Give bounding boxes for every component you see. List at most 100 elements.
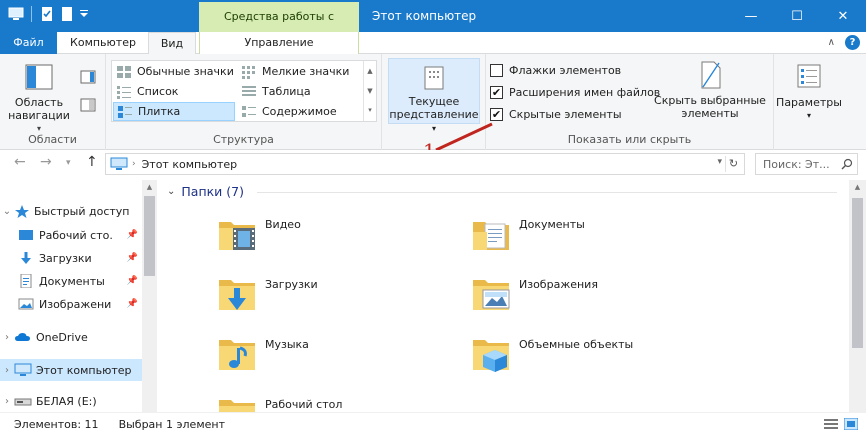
address-bar[interactable]: › Этот компьютер ▾ ↻ [105,153,745,175]
list-icon [116,85,132,99]
details-icon [241,85,257,99]
group-label-layout: Структура [213,133,274,146]
folder-tile-3d-objects[interactable]: Объемные объекты [471,330,711,382]
section-collapse-icon[interactable]: ⌄ [167,186,175,197]
folder-tile-downloads[interactable]: Загрузки [217,270,457,322]
group-label-show-hide: Показать или скрыть [567,133,692,146]
content-area: ⌄ Папки (7) Видео Документы Загрузки Изо… [157,180,849,412]
tab-view[interactable]: Вид [148,32,196,55]
layout-tiles[interactable]: Плитка [113,102,235,121]
large-icons-view-icon[interactable] [843,417,859,433]
file-extensions-toggle[interactable]: Расширения имен файлов [490,83,660,101]
options-icon [797,64,821,88]
item-checkboxes-checkbox[interactable] [490,63,503,77]
details-view-icon[interactable] [824,418,838,433]
nav-item-drive-e[interactable]: › БЕЛАЯ (E:) [0,390,142,412]
layout-details[interactable]: Таблица [238,82,362,101]
hidden-items-toggle[interactable]: Скрытые элементы [490,105,622,123]
computer-icon[interactable] [8,6,24,22]
layout-list[interactable]: Список [113,82,235,101]
layout-gallery-scroll[interactable]: ▲ ▼ ▾ [363,61,376,121]
nav-item-this-pc[interactable]: › Этот компьютер [0,359,142,381]
address-dropdown-icon[interactable]: ▾ [717,157,722,167]
window-title: Этот компьютер [372,9,477,23]
tab-file[interactable]: Файл [0,32,57,54]
hide-selected-button[interactable]: Скрыть выбранные элементы [650,60,770,120]
navigation-pane-button[interactable]: Область навигации ▾ [4,62,74,135]
large-icons-icon [116,65,132,79]
collapse-ribbon-icon[interactable]: ∧ [828,37,835,48]
collapsed-chevron-icon[interactable]: › [0,332,14,343]
item-checkboxes-toggle[interactable]: Флажки элементов [490,61,621,79]
layout-small-icons[interactable]: Мелкие значки [238,62,362,81]
annotation-arrow [435,122,493,152]
file-extensions-checkbox[interactable] [490,85,503,99]
navigation-pane-label: Область навигации [8,96,70,122]
new-folder-icon[interactable] [59,6,75,22]
tab-computer[interactable]: Компьютер [60,32,146,54]
ribbon-tabs: Файл Компьютер Вид Управление ∧ ? [0,32,866,55]
search-input[interactable]: Поиск: Эт... [755,153,858,175]
nav-item-desktop[interactable]: Рабочий сто. 📌 [0,224,142,246]
nav-item-pictures[interactable]: Изображени 📌 [0,293,142,315]
tab-manage[interactable]: Управление [200,32,358,54]
address-path: Этот компьютер [141,157,238,171]
folders-section-header[interactable]: ⌄ Папки (7) [167,184,244,199]
refresh-icon[interactable]: ↻ [725,156,741,172]
desktop-icon [19,230,33,240]
folder-tile-desktop[interactable]: Рабочий стол [217,390,457,412]
nav-item-downloads[interactable]: Загрузки 📌 [0,247,142,269]
usb-drive-icon [14,398,32,406]
collapsed-chevron-icon[interactable]: › [0,396,14,407]
help-icon[interactable]: ? [845,35,860,50]
collapsed-chevron-icon[interactable]: › [0,365,14,376]
recent-chevron-icon[interactable]: ▾ [66,158,71,168]
layout-large-icons[interactable]: Обычные значки [113,62,235,81]
content-icon [241,105,257,119]
minimize-button[interactable]: — [728,0,774,32]
navigation-pane-icon [25,64,53,90]
picture-icon [18,298,34,310]
search-icon [841,158,853,170]
document-icon [20,274,32,288]
desktop-folder-icon [217,394,257,412]
status-selection: Выбран 1 элемент [118,418,225,431]
options-button[interactable]: Параметры ▾ [776,62,842,122]
nav-item-onedrive[interactable]: › OneDrive [0,326,142,348]
navigation-scrollbar[interactable]: ▲ [142,180,157,412]
properties-icon[interactable] [39,6,55,22]
computer-icon [14,363,32,376]
scrollbar-thumb[interactable] [144,196,155,276]
close-button[interactable]: ✕ [820,0,866,32]
back-arrow-icon[interactable]: ← [14,154,26,170]
group-areas: Область навигации ▾ Области [0,54,106,150]
folder-tile-documents[interactable]: Документы [471,210,711,262]
download-arrow-icon [21,252,31,264]
folder-tile-videos[interactable]: Видео [217,210,457,262]
content-scrollbar[interactable]: ▲ [849,180,866,412]
scrollbar-thumb[interactable] [852,198,863,348]
hide-selected-label: Скрыть выбранные элементы [654,94,766,120]
video-folder-icon [217,214,257,254]
layout-content[interactable]: Содержимое [238,102,362,121]
title-bar: Средства работы с дисками Этот компьютер… [0,0,866,53]
qat-dropdown-icon[interactable] [79,6,89,22]
up-arrow-icon[interactable]: ↑ [86,154,98,170]
expanded-chevron-icon[interactable]: ⌄ [0,206,14,217]
current-view-button[interactable]: Текущее представление ▾ [388,58,480,133]
hide-selected-icon [701,61,721,89]
folder-tile-pictures[interactable]: Изображения [471,270,711,322]
maximize-button[interactable]: ☐ [774,0,820,32]
nav-item-documents[interactable]: Документы 📌 [0,270,142,292]
nav-item-quick-access[interactable]: ⌄ Быстрый доступ [0,200,142,222]
group-show-hide: Флажки элементов Расширения имен файлов … [486,54,774,150]
status-item-count: Элементов: 11 [14,418,99,431]
details-pane-icon[interactable] [80,98,96,115]
context-tab-disk-tools: Средства работы с дисками [199,2,359,53]
status-bar: Элементов: 11 Выбран 1 элемент [0,412,866,436]
breadcrumb-chevron-icon[interactable]: › [132,159,136,169]
preview-pane-icon[interactable] [80,70,96,87]
downloads-folder-icon [217,274,257,314]
folder-tile-music[interactable]: Музыка [217,330,457,382]
forward-arrow-icon[interactable]: → [40,154,52,170]
